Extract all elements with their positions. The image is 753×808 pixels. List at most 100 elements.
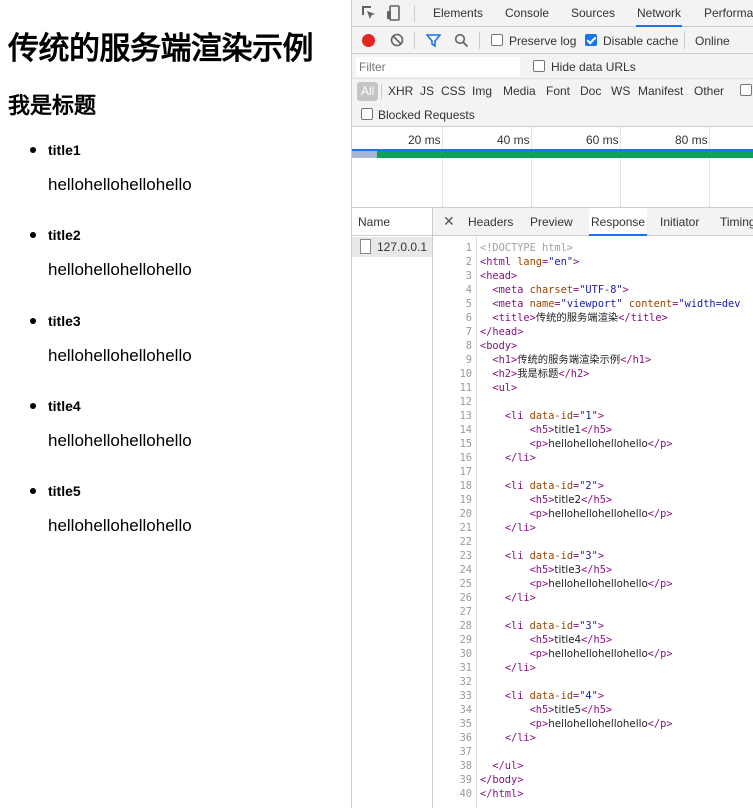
line-code: <p>hellohellohellohello</p> <box>529 438 673 450</box>
item-text: hellohellohellohello <box>48 431 192 450</box>
close-icon[interactable]: ✕ <box>443 213 455 230</box>
hide-data-urls-checkbox[interactable] <box>533 60 545 72</box>
source-line: 39 </body> <box>433 773 753 787</box>
source-line: 8 <body> <box>433 339 753 353</box>
grid-line <box>442 127 443 207</box>
search-icon[interactable] <box>454 33 469 51</box>
bullet-icon <box>30 232 36 238</box>
line-number: 2 <box>465 256 472 268</box>
filter-input[interactable] <box>356 57 520 76</box>
source-line: 25 <p>hellohellohellohello</p> <box>433 577 753 591</box>
line-code: </li> <box>504 662 536 674</box>
tab-elements[interactable]: Elements <box>433 0 483 27</box>
record-icon[interactable] <box>362 34 375 47</box>
line-code: <head> <box>480 270 518 282</box>
line-code: </li> <box>504 732 536 744</box>
source-line: 34 <h5>title5</h5> <box>433 703 753 717</box>
line-code: <li data-id="1"> <box>504 410 605 422</box>
line-number: 16 <box>459 452 472 464</box>
item-text: hellohellohellohello <box>48 346 192 365</box>
timeline-tick: 60 ms <box>586 133 619 147</box>
preserve-log-checkbox[interactable] <box>491 34 503 46</box>
throttle-select[interactable]: Online <box>695 34 730 48</box>
type-filter-font[interactable]: Font <box>546 82 570 101</box>
page-heading-h2: 我是标题 <box>8 94 97 119</box>
request-row[interactable]: 127.0.0.1 <box>352 237 432 257</box>
type-filter-other[interactable]: Other <box>694 82 724 101</box>
source-line: 6 <title>传统的服务端渲染</title> <box>433 311 753 325</box>
network-timeline-overview[interactable]: 20 ms 40 ms 60 ms 80 ms <box>352 127 753 208</box>
bullet-icon <box>30 488 36 494</box>
bullet-icon <box>30 403 36 409</box>
blocked-requests-checkbox[interactable] <box>361 108 373 120</box>
type-filter-media[interactable]: Media <box>503 82 536 101</box>
line-code: <li data-id="3"> <box>504 550 605 562</box>
grid-line <box>620 127 621 207</box>
line-code: <li data-id="4"> <box>504 690 605 702</box>
source-line: 15 <p>hellohellohellohello</p> <box>433 437 753 451</box>
line-number: 38 <box>459 760 472 772</box>
type-filter-ws[interactable]: WS <box>611 82 630 101</box>
type-filter-js[interactable]: JS <box>420 82 434 101</box>
preserve-log-label: Preserve log <box>509 34 577 48</box>
line-number: 29 <box>459 634 472 646</box>
source-line: 4 <meta charset="UTF-8"> <box>433 283 753 297</box>
line-code: <h5>title2</h5> <box>529 494 613 506</box>
type-filter-manifest[interactable]: Manifest <box>638 82 683 101</box>
hide-data-urls-label: Hide data URLs <box>551 60 636 74</box>
line-number: 34 <box>459 704 472 716</box>
request-name: 127.0.0.1 <box>377 240 428 254</box>
divider <box>381 84 382 99</box>
tab-preview[interactable]: Preview <box>530 208 573 236</box>
line-code: <li data-id="3"> <box>504 620 605 632</box>
network-toolbar: Preserve log Disable cache Online <box>352 27 753 54</box>
line-number: 30 <box>459 648 472 660</box>
tab-performance[interactable]: Performa <box>704 0 753 27</box>
has-blocked-cookies-checkbox[interactable] <box>740 84 752 96</box>
source-line: 7 </head> <box>433 325 753 339</box>
tab-timing[interactable]: Timing <box>720 208 753 236</box>
type-filter-all[interactable]: All <box>357 82 379 101</box>
line-code: <p>hellohellohellohello</p> <box>529 648 673 660</box>
clear-icon[interactable] <box>390 33 404 50</box>
line-number: 7 <box>465 326 472 338</box>
line-number: 18 <box>459 480 472 492</box>
inspect-element-icon[interactable] <box>360 4 378 22</box>
line-number: 15 <box>459 438 472 450</box>
page-heading-h1: 传统的服务端渲染示例 <box>8 31 314 67</box>
line-code: <p>hellohellohellohello</p> <box>529 508 673 520</box>
tab-response[interactable]: Response <box>589 208 648 236</box>
item-title: title2 <box>48 227 81 243</box>
type-filter-css[interactable]: CSS <box>441 82 466 101</box>
source-line: 26 </li> <box>433 591 753 605</box>
item-text: hellohellohellohello <box>48 175 192 194</box>
filter-icon[interactable] <box>425 33 442 51</box>
line-number: 26 <box>459 592 472 604</box>
type-filter-xhr[interactable]: XHR <box>388 82 413 101</box>
request-list: Name 127.0.0.1 <box>352 208 433 808</box>
response-source-view[interactable]: 1 <!DOCTYPE html> 2 <html lang="en"> 3 <head>… <box>433 237 753 808</box>
source-line: 19 <h5>title2</h5> <box>433 493 753 507</box>
blocked-requests-row: Blocked Requests <box>352 103 753 127</box>
type-filter-doc[interactable]: Doc <box>580 82 601 101</box>
divider <box>479 32 480 49</box>
timeline-bar-request <box>352 151 753 158</box>
tab-headers[interactable]: Headers <box>468 208 513 236</box>
tab-network[interactable]: Network <box>636 0 683 27</box>
request-detail: ✕ Headers Preview Response Initiator Tim… <box>433 208 753 808</box>
tab-initiator[interactable]: Initiator <box>660 208 699 236</box>
timeline-tick: 40 ms <box>497 133 530 147</box>
source-line: 10 <h2>我是标题</h2> <box>433 367 753 381</box>
line-code: </body> <box>480 774 524 786</box>
source-line: 22 <box>433 535 753 549</box>
bullet-icon <box>30 318 36 324</box>
device-toolbar-icon[interactable] <box>385 4 403 22</box>
type-filter-img[interactable]: Img <box>472 82 492 101</box>
line-number: 4 <box>465 284 472 296</box>
disable-cache-checkbox[interactable] <box>585 34 597 46</box>
source-line: 40 </html> <box>433 787 753 801</box>
tab-sources[interactable]: Sources <box>571 0 615 27</box>
name-column-header[interactable]: Name <box>352 208 432 236</box>
source-line: 21 </li> <box>433 521 753 535</box>
tab-console[interactable]: Console <box>505 0 549 27</box>
